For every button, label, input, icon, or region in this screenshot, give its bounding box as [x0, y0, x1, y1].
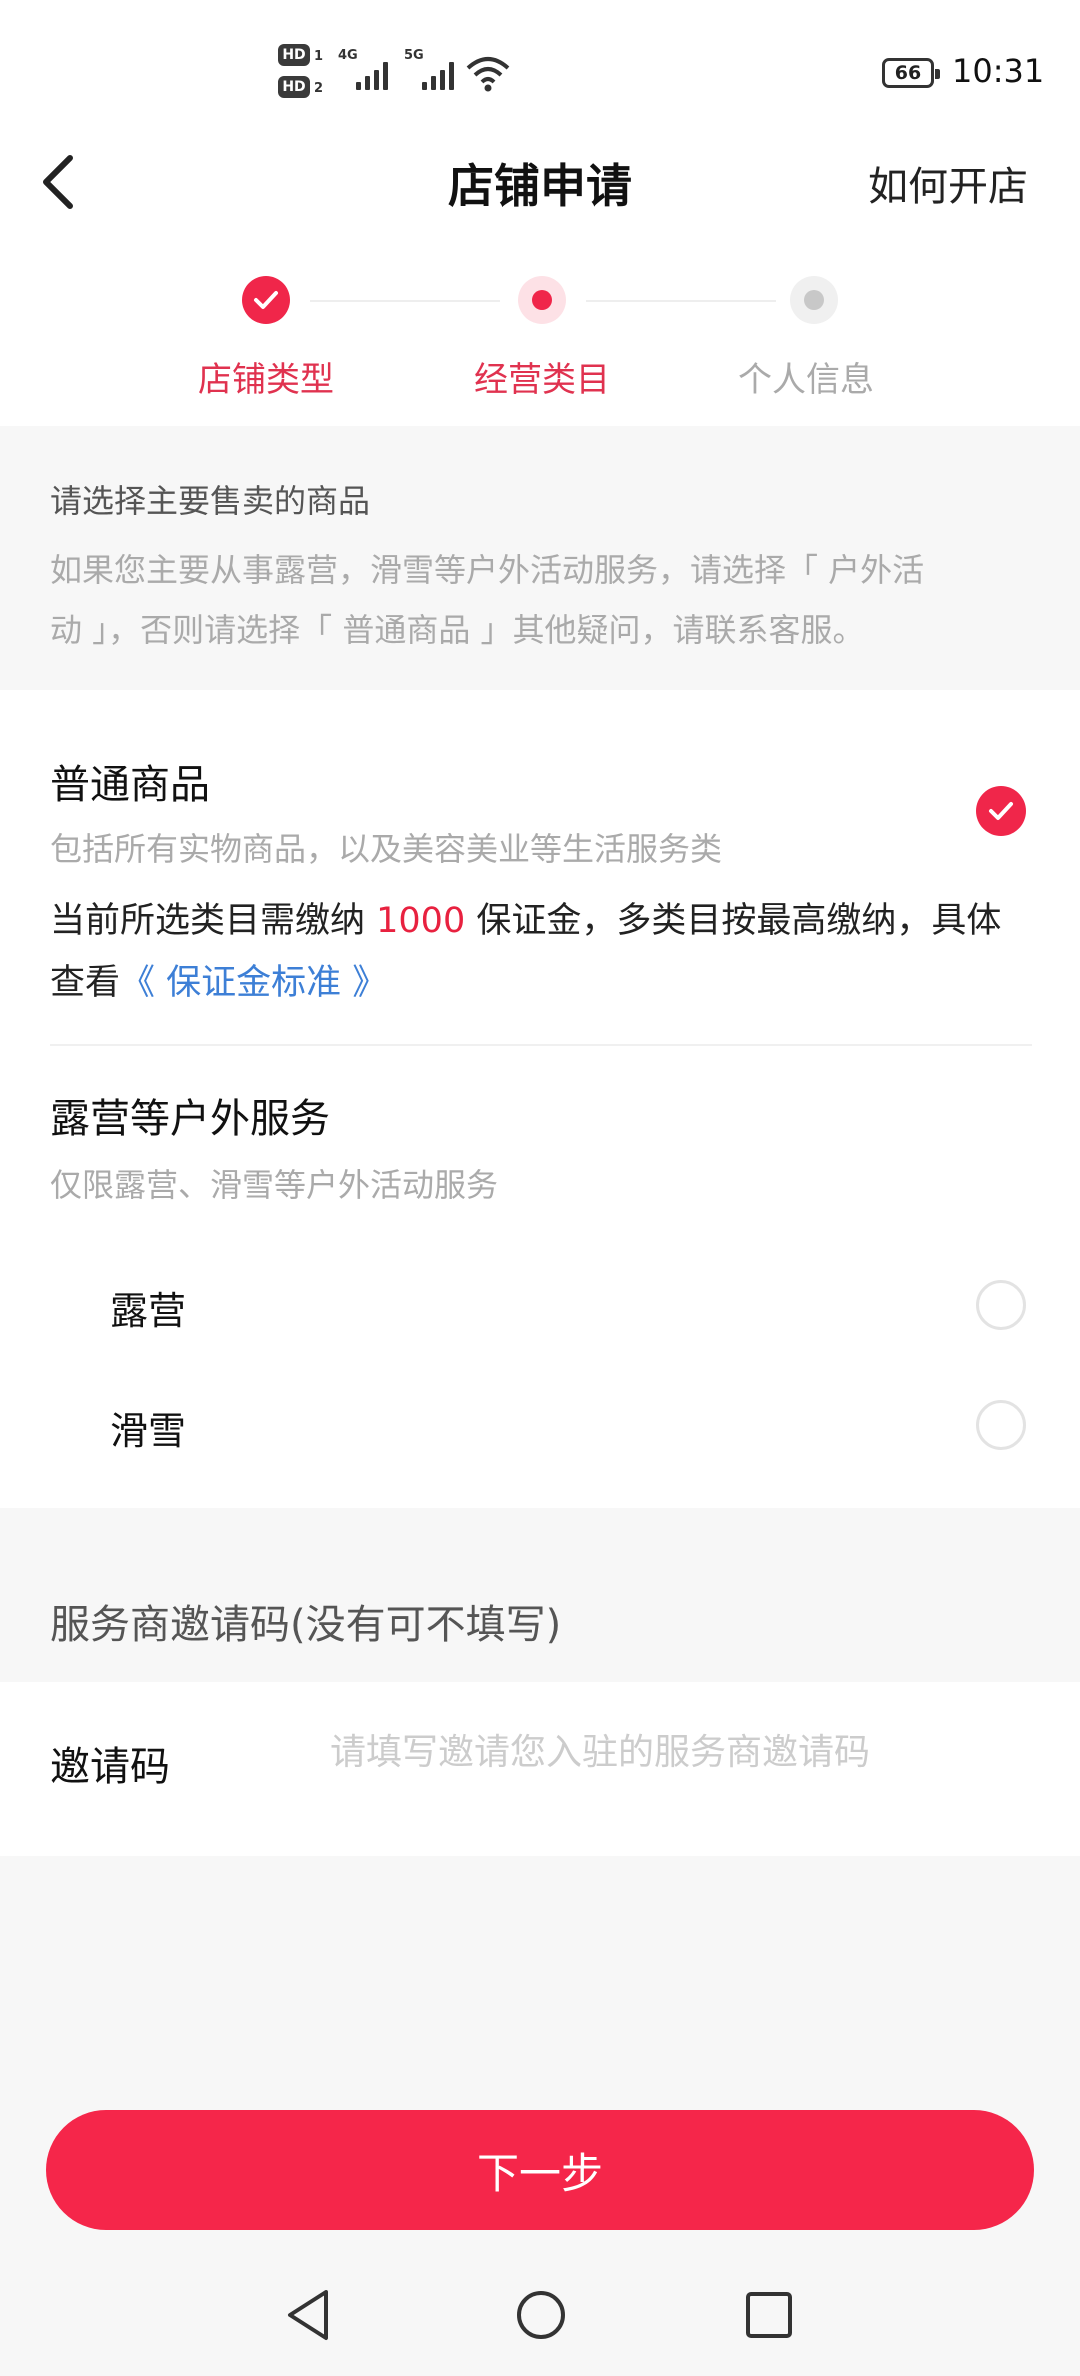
sub-option-camping[interactable]: 露营 — [0, 1256, 1080, 1356]
battery-icon: 66 — [882, 58, 940, 88]
option-title: 普通商品 — [50, 762, 210, 808]
status-time: 10:31 — [952, 52, 1045, 90]
invite-section-header: 服务商邀请码(没有可不填写) — [0, 1508, 1080, 1682]
divider — [50, 1044, 1032, 1046]
progress-stepper: 店铺类型 经营类目 个人信息 — [0, 272, 1080, 412]
how-to-open-store-link[interactable]: 如何开店 — [868, 154, 1028, 212]
step-label-category: 经营类目 — [474, 360, 610, 400]
sub-option-label: 滑雪 — [110, 1409, 187, 1453]
invite-code-input[interactable] — [330, 1712, 1030, 1792]
deposit-standard-link[interactable]: 《 保证金标准 》 — [120, 963, 387, 1003]
option-desc: 包括所有实物商品，以及美容美业等生活服务类 — [50, 830, 723, 868]
option-checked-icon[interactable] — [976, 786, 1026, 836]
checkmark-icon — [989, 802, 1013, 820]
next-step-button[interactable]: 下一步 — [46, 2110, 1034, 2230]
home-circle-icon[interactable] — [506, 2280, 576, 2350]
back-triangle-icon[interactable] — [274, 2280, 344, 2350]
invite-section-title: 服务商邀请码(没有可不填写) — [50, 1602, 562, 1648]
hd-2-icon: HD 2 — [278, 76, 323, 98]
invite-code-label: 邀请码 — [50, 1744, 170, 1790]
wifi-icon — [466, 57, 510, 92]
status-bar: HD 1 HD 2 4G 5G 66 10:31 — [0, 0, 1080, 150]
notice-text: 如果您主要从事露营，滑雪等户外活动服务，请选择「 户外活 动 」，否则请选择「 … — [50, 551, 925, 649]
hd-1-icon: HD 1 — [278, 44, 323, 66]
invite-code-row: 邀请码 — [0, 1682, 1080, 1856]
signal-5g-icon: 5G — [404, 48, 454, 90]
radio-unchecked-icon[interactable] — [976, 1280, 1026, 1330]
checkmark-icon — [254, 291, 278, 309]
recents-square-icon[interactable] — [734, 2280, 804, 2350]
step-connector — [586, 300, 776, 302]
step-label-store-type: 店铺类型 — [198, 360, 334, 400]
step-done-icon — [242, 276, 290, 324]
radio-unchecked-icon[interactable] — [976, 1400, 1026, 1450]
deposit-notice: 当前所选类目需缴纳 1000 保证金，多类目按最高缴纳，具体 查看《 保证金标准… — [50, 901, 1002, 1003]
sub-option-label: 露营 — [110, 1289, 187, 1333]
option-title: 露营等户外服务 — [50, 1096, 330, 1142]
category-notice: 请选择主要售卖的商品 如果您主要从事露营，滑雪等户外活动服务，请选择「 户外活 … — [0, 426, 1080, 690]
sub-option-skiing[interactable]: 滑雪 — [0, 1376, 1080, 1476]
deposit-amount: 1000 — [376, 901, 466, 941]
option-desc: 仅限露营、滑雪等户外活动服务 — [50, 1166, 499, 1204]
notice-title: 请选择主要售卖的商品 — [50, 482, 371, 520]
step-current-icon — [518, 276, 566, 324]
step-label-personal-info: 个人信息 — [738, 360, 874, 400]
app-header: 店铺申请 如何开店 — [0, 140, 1080, 222]
system-nav-bar — [0, 2250, 1080, 2376]
signal-4g-icon: 4G — [338, 48, 388, 90]
step-todo-icon — [790, 276, 838, 324]
hd-voice-indicator: HD 1 HD 2 — [278, 44, 330, 112]
step-connector — [310, 300, 500, 302]
